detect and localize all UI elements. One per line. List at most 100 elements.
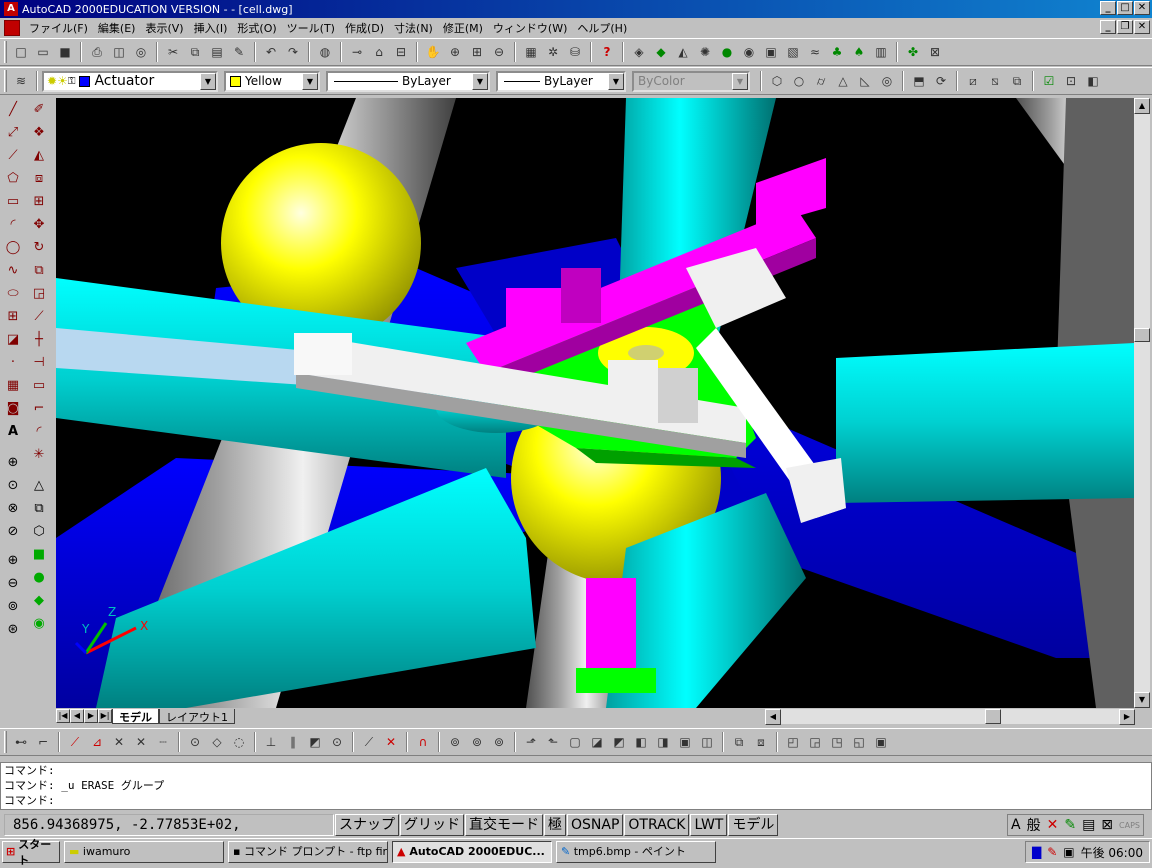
snap-endpoint-icon[interactable]: ⟋ [64,731,86,753]
ucs-view-icon[interactable]: ◨ [652,731,674,753]
ime-help-icon[interactable]: ⊠ [1098,817,1116,833]
menu-view[interactable]: 表示(V) [140,20,188,36]
section-icon[interactable]: ⧅ [984,70,1006,92]
extrude-icon[interactable]: ⬒ [908,70,930,92]
ime-dict-icon[interactable]: ▤ [1079,817,1098,833]
start-button[interactable]: ⊞ スタート [2,838,60,867]
ucs-named-icon[interactable]: ◫ [696,731,718,753]
zoom-all-icon[interactable]: ⊚ [2,595,24,617]
wedge-icon[interactable]: ◺ [854,70,876,92]
pen-icon[interactable]: ✎ [1047,845,1057,859]
copy-icon[interactable]: ⧉ [184,41,206,63]
taskbar-item-cmd[interactable]: ▪ コマンド プロンプト - ftp fire1 [228,840,388,863]
title-bar[interactable]: A AutoCAD 2000EDUCATION VERSION - - [cel… [0,0,1152,18]
zoom-window-tool-icon[interactable]: ⊕ [2,451,24,473]
menu-insert[interactable]: 挿入(I) [189,20,233,36]
zoom-out-icon[interactable]: ⊖ [2,572,24,594]
model-toggle[interactable]: モデル [728,814,779,836]
ime-tool-icon[interactable]: ✕ [1044,817,1062,833]
scroll-down-icon[interactable]: ▼ [1134,692,1150,708]
ime-conversion[interactable]: 般 [1024,815,1044,835]
fog-icon[interactable]: ≈ [804,41,826,63]
redo-icon[interactable]: ↷ [282,41,304,63]
snap-tangent-icon[interactable]: ◌ [228,731,250,753]
landscape-library-icon[interactable]: ▥ [870,41,892,63]
erase-icon[interactable]: ✐ [28,98,50,120]
menu-modify[interactable]: 修正(M) [438,20,488,36]
hatch-icon[interactable]: ▦ [2,374,24,396]
chevron-down-icon[interactable]: ▼ [200,72,216,90]
paste-icon[interactable]: ▤ [206,41,228,63]
render-hide-icon[interactable]: ◈ [628,41,650,63]
close-button[interactable]: ✕ [1134,1,1150,15]
pan-icon[interactable]: ✋ [422,41,444,63]
circle-icon[interactable]: ◯ [2,236,24,258]
polar-toggle[interactable]: 極 [544,814,566,836]
menu-help[interactable]: ヘルプ(H) [572,20,632,36]
arc-icon[interactable]: ◜ [2,213,24,235]
extend-icon[interactable]: ⊣ [28,351,50,373]
ucs-z-icon[interactable]: ◧ [630,731,652,753]
command-prompt[interactable]: コマンド: [1,793,1151,808]
hscroll-thumb[interactable] [985,709,1001,724]
region-icon[interactable]: ◙ [2,397,24,419]
ucs-previous-icon[interactable]: ⧉ [728,731,750,753]
snap-parallel-icon[interactable]: ∥ [282,731,304,753]
dbconnect-icon[interactable]: ⛁ [564,41,586,63]
layer-combo[interactable]: ✹ ☀ ⚿ Actuator ▼ [42,70,218,92]
web-icon[interactable]: ◍ [314,41,336,63]
document-icon[interactable] [4,19,20,36]
mirror-icon[interactable]: ◭ [28,144,50,166]
zoom-center-icon[interactable]: ⊘ [2,520,24,542]
snap-midpoint-icon[interactable]: ⊿ [86,731,108,753]
horizontal-scrollbar[interactable]: ◀ ▶ [765,709,1135,725]
new-icon[interactable]: □ [10,41,32,63]
line-icon[interactable]: ╱ [2,98,24,120]
snap-icon[interactable]: ⊸ [346,41,368,63]
ellipse-icon[interactable]: ⬭ [2,282,24,304]
fillet-icon[interactable]: ◜ [28,420,50,442]
landscape-edit-icon[interactable]: ♠ [848,41,870,63]
preferences-icon[interactable]: ✤ [902,41,924,63]
taskbar-item-explorer[interactable]: ▬ iwamuro [64,840,224,863]
ortho-toggle[interactable]: 直交モード [465,814,543,836]
chevron-down-icon[interactable]: ▼ [302,72,318,90]
view-top-icon[interactable]: △ [28,474,50,496]
setup-profile-icon[interactable]: ◧ [1082,70,1104,92]
design-center-icon[interactable]: ✲ [542,41,564,63]
network-icon[interactable]: ▣ [1063,845,1074,859]
doc-restore-button[interactable]: ❐ [1117,20,1133,34]
ucs-object-icon[interactable]: ⊚ [466,731,488,753]
save-icon[interactable]: ■ [54,41,76,63]
snap-nearest-icon[interactable]: ⟋ [358,731,380,753]
coordinate-readout[interactable]: 856.94368975, -2.77853E+02, 0.00000000 [4,814,334,853]
grid-toggle[interactable]: グリッド [400,814,464,836]
prev-tab-icon[interactable]: ◀ [70,709,84,723]
ucs-3point-icon[interactable]: ▢ [564,731,586,753]
shade-flat-icon[interactable]: ◆ [28,589,50,611]
zoom-in-icon[interactable]: ⊕ [2,549,24,571]
construction-line-icon[interactable]: ⤢ [2,121,24,143]
menu-tools[interactable]: ツール(T) [282,20,340,36]
menu-edit[interactable]: 編集(E) [93,20,141,36]
open-icon[interactable]: ▭ [32,41,54,63]
osnap-settings-icon[interactable]: ∩ [412,731,434,753]
doc-close-button[interactable]: ✕ [1134,20,1150,34]
snap-perpendicular-icon[interactable]: ⊥ [260,731,282,753]
temp-track-icon[interactable]: ⊷ [10,731,32,753]
scale-icon[interactable]: ⧉ [28,259,50,281]
spline-icon[interactable]: ∿ [2,259,24,281]
chamfer-icon[interactable]: ⌐ [28,397,50,419]
snap-toggle[interactable]: スナップ [335,814,399,836]
zoom-dynamic-icon[interactable]: ⊙ [2,474,24,496]
zoom-realtime-icon[interactable]: ⊕ [444,41,466,63]
toolbar-grip[interactable] [4,70,7,92]
help-icon[interactable]: ? [596,41,618,63]
taskbar-item-paint[interactable]: ✎ tmp6.bmp - ペイント [556,840,716,863]
otrack-toggle[interactable]: OTRACK [624,814,690,836]
input-method-icon[interactable]: ▇ [1032,845,1041,859]
interfere-icon[interactable]: ⧉ [1006,70,1028,92]
tab-layout1[interactable]: レイアウト1 [159,708,235,724]
view-back-icon[interactable]: ▣ [870,731,892,753]
view-top2-icon[interactable]: ◰ [782,731,804,753]
